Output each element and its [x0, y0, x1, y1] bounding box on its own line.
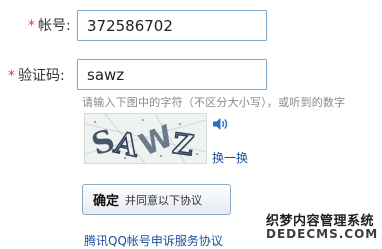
captcha-label-row: * 验证码: [8, 66, 65, 86]
confirm-button-sublabel: 并同意以下协议 [125, 193, 203, 207]
watermark-domain: DEDECMS.COM [266, 227, 379, 241]
captcha-graphic: S A W Z [85, 114, 206, 163]
required-mark: * [8, 68, 15, 84]
refresh-captcha-link[interactable]: 换一换 [212, 149, 248, 166]
captcha-input[interactable] [77, 59, 267, 90]
account-input[interactable] [77, 10, 267, 41]
captcha-label: 验证码: [18, 68, 65, 84]
captcha-image: S A W Z [84, 113, 207, 164]
account-label: 帐号: [38, 18, 71, 34]
confirm-button-label: 确定 [93, 194, 120, 209]
agreement-link[interactable]: 腾讯QQ帐号申诉服务协议 [84, 232, 223, 249]
confirm-button[interactable]: 确定 并同意以下协议 [82, 184, 231, 215]
account-label-row: * 帐号: [28, 16, 71, 36]
captcha-hint: 请输入下图中的字符（不区分大小写），或听到的数字 [82, 96, 346, 109]
speaker-icon[interactable] [212, 116, 230, 132]
required-mark: * [28, 18, 35, 34]
